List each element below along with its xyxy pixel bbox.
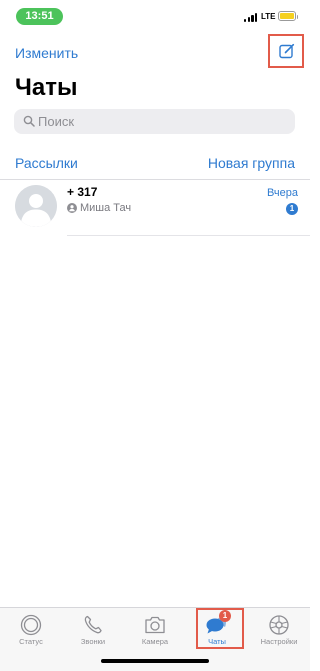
battery-icon (278, 11, 298, 21)
tab-chats-highlight (196, 608, 244, 649)
search-input[interactable] (38, 109, 288, 134)
settings-icon (269, 615, 289, 635)
tab-status-label: Статус (19, 637, 43, 646)
tab-camera-label: Камера (141, 637, 169, 646)
network-type: LTE (261, 12, 276, 21)
camera-icon (145, 616, 165, 634)
tab-settings-label: Настройки (260, 637, 298, 646)
default-avatar-icon (15, 185, 57, 227)
broadcast-lists-link[interactable]: Рассылки (15, 154, 78, 172)
status-bar: 13:51 LTE (0, 0, 310, 34)
signal-icon (244, 13, 258, 22)
chat-timestamp: Вчера (266, 187, 298, 199)
chat-name: + 317 (67, 185, 98, 199)
last-message-sender: Миша Тач (80, 202, 132, 214)
tab-calls-label: Звонки (80, 637, 106, 646)
row-divider (67, 235, 310, 236)
phone-icon (84, 615, 102, 634)
home-indicator (101, 659, 209, 663)
tab-settings[interactable]: Настройки (248, 608, 310, 656)
status-icon (20, 614, 42, 636)
tab-status[interactable]: Статус (0, 608, 62, 656)
tab-camera[interactable]: Камера (124, 608, 186, 656)
contact-icon (67, 203, 77, 213)
chat-row[interactable]: + 317 Миша Тач Вчера 1 (0, 180, 310, 236)
avatar (15, 185, 57, 227)
search-bar[interactable] (14, 109, 295, 134)
page-title: Чаты (15, 74, 78, 101)
compose-highlight[interactable] (268, 34, 304, 68)
search-icon (23, 115, 35, 127)
edit-button[interactable]: Изменить (15, 44, 78, 62)
status-time: 13:51 (16, 8, 63, 25)
compose-icon[interactable] (279, 43, 295, 59)
new-group-link[interactable]: Новая группа (208, 154, 295, 172)
unread-badge: 1 (286, 203, 298, 215)
tab-calls[interactable]: Звонки (62, 608, 124, 656)
